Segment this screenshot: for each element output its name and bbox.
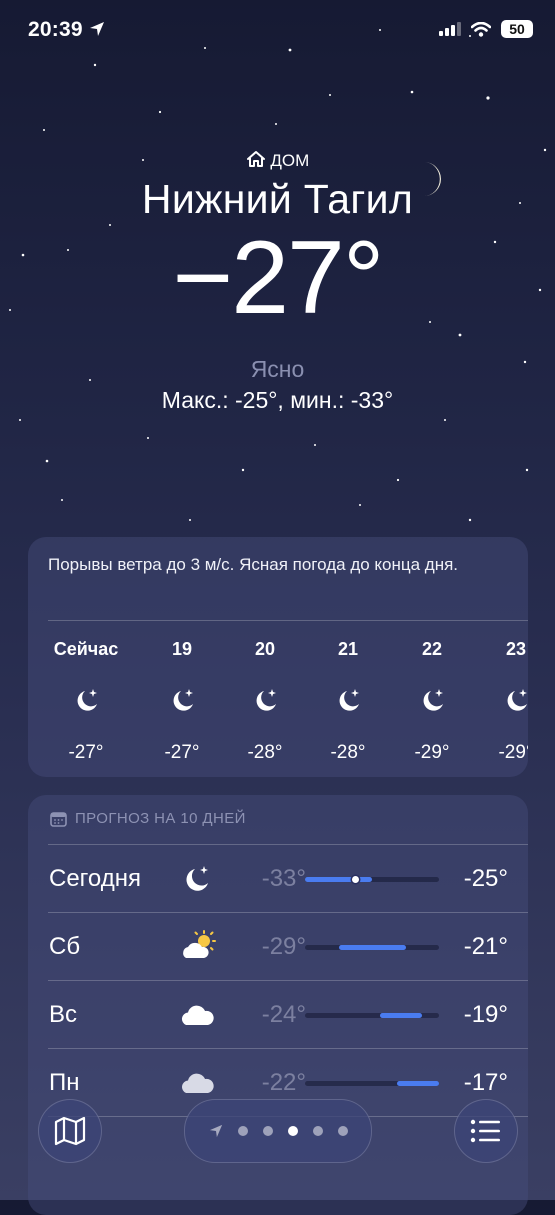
day-low-temp: -24°	[261, 1001, 306, 1028]
map-button[interactable]	[38, 1099, 102, 1163]
signal-icon	[439, 22, 461, 36]
moon-stars-icon	[256, 689, 276, 711]
page-dot[interactable]	[312, 1126, 323, 1136]
page-dot-active[interactable]	[287, 1126, 298, 1136]
moon-stars-icon	[507, 689, 527, 711]
temp-range-bar	[305, 945, 439, 950]
cloud-icon	[181, 1005, 214, 1025]
map-icon	[54, 1116, 86, 1146]
moon-stars-icon	[339, 689, 359, 711]
moon-stars-icon	[173, 689, 193, 711]
hourly-scroll-row[interactable]: Сейчас -27° 19 -27° 20 -28° 21 -28° 22 -…	[28, 633, 528, 773]
condition-text: Ясно	[250, 356, 305, 382]
temp-range-bar	[305, 1013, 439, 1018]
temp-range-bar	[305, 1081, 439, 1086]
temp-range-fill	[305, 877, 372, 882]
day-low-temp: -33°	[261, 865, 306, 892]
location-arrow-icon	[209, 1124, 222, 1138]
day-row[interactable]: Сегодня -33° -25°	[28, 845, 528, 913]
hour-temperature: -29°	[498, 742, 528, 763]
hour-temperature: -29°	[414, 742, 450, 763]
page-indicator[interactable]	[184, 1099, 372, 1163]
day-name: Сб	[49, 933, 81, 960]
calendar-icon	[50, 811, 67, 827]
day-high-temp: -17°	[463, 1069, 508, 1096]
cloud-icon	[181, 1073, 214, 1093]
temp-range-bar	[305, 876, 439, 883]
location-label-text: ДОМ	[270, 151, 310, 170]
day-row[interactable]: Сб -29° -21°	[28, 913, 528, 981]
day-row[interactable]: Вс -24° -19°	[28, 981, 528, 1049]
day-high-temp: -19°	[463, 1001, 508, 1028]
hour-label: 21	[337, 639, 359, 659]
day-low-temp: -29°	[261, 933, 306, 960]
home-icon	[246, 151, 265, 167]
sun-behind-cloud-icon	[183, 930, 216, 958]
temp-range-fill	[397, 1081, 439, 1086]
current-temperature: −27°	[172, 220, 384, 336]
day-high-temp: -21°	[463, 933, 508, 960]
list-icon	[470, 1119, 500, 1143]
hour-label: Сейчас	[53, 639, 119, 659]
hour-label: 23	[505, 639, 527, 659]
city-list-button[interactable]	[454, 1099, 518, 1163]
wifi-icon	[471, 21, 491, 37]
day-high-temp: -25°	[463, 865, 508, 892]
ten-day-header: ПРОГНОЗ НА 10 ДНЕЙ	[50, 810, 246, 827]
status-indicators: 50	[439, 20, 533, 38]
location-arrow-icon	[89, 22, 104, 36]
hourly-forecast-card[interactable]: Порывы ветра до 3 м/с. Ясная погода до к…	[28, 537, 528, 777]
page-dot[interactable]	[262, 1126, 273, 1136]
status-time-text: 20:39	[28, 18, 83, 41]
battery-indicator: 50	[501, 20, 533, 38]
page-dot[interactable]	[237, 1126, 248, 1136]
city-name: Нижний Тагил	[141, 176, 414, 222]
moon-stars-icon	[423, 689, 443, 711]
hour-label: 19	[171, 639, 193, 659]
hour-temperature: -28°	[330, 742, 366, 763]
forecast-summary: Порывы ветра до 3 м/с. Ясная погода до к…	[48, 555, 459, 574]
hour-label: 20	[254, 639, 276, 659]
moon-stars-icon	[77, 689, 97, 711]
high-low-text: Макс.: -25°, мин.: -33°	[161, 387, 394, 413]
day-name: Пн	[49, 1069, 80, 1096]
current-temp-dot	[351, 876, 359, 883]
location-label: ДОМ	[0, 150, 555, 171]
page-dot[interactable]	[337, 1126, 348, 1136]
status-time: 20:39	[28, 18, 105, 42]
hour-temperature: -27°	[164, 742, 200, 763]
day-low-temp: -22°	[261, 1069, 306, 1096]
hour-label: 22	[421, 639, 443, 659]
card-divider	[48, 620, 528, 621]
day-name: Вс	[49, 1001, 78, 1028]
day-name: Сегодня	[49, 865, 141, 892]
hour-temperature: -28°	[247, 742, 283, 763]
ten-day-title: ПРОГНОЗ НА 10 ДНЕЙ	[75, 810, 246, 827]
hour-temperature: -27°	[68, 742, 104, 763]
moon-stars-icon	[186, 866, 208, 891]
temp-range-fill	[380, 1013, 423, 1018]
temp-range-fill	[338, 945, 406, 950]
